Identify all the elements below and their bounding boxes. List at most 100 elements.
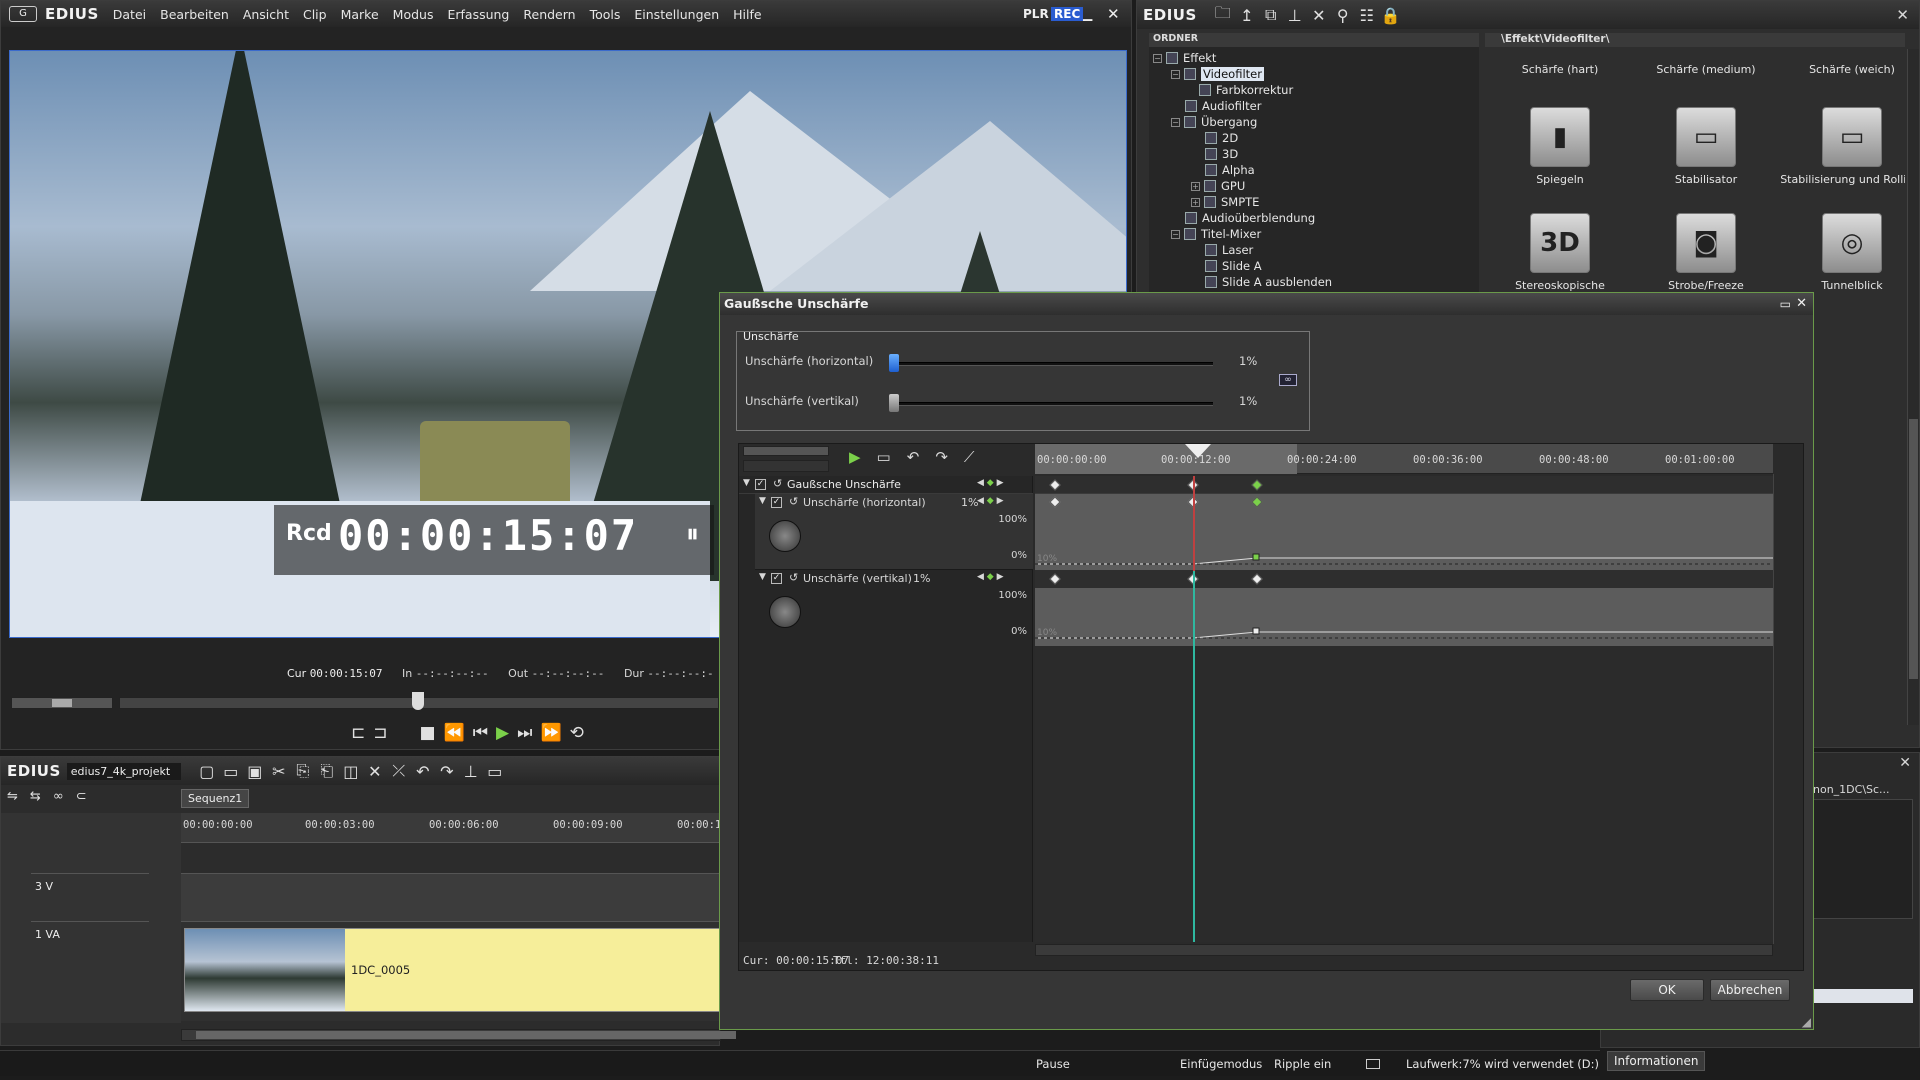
kf-hscroll[interactable] <box>1035 944 1773 956</box>
plr-label[interactable]: PLR <box>1023 7 1049 21</box>
rewind-icon[interactable]: ⏪ <box>444 723 465 743</box>
search-icon[interactable]: ⚲ <box>1331 6 1355 25</box>
kf-main-checkbox[interactable]: ✓ <box>755 479 766 490</box>
track-header-1va[interactable]: 1 VA <box>31 921 149 1021</box>
menu-ansicht[interactable]: Ansicht <box>243 7 289 22</box>
menu-bearbeiten[interactable]: Bearbeiten <box>160 7 229 22</box>
position-bar[interactable] <box>119 692 719 710</box>
up-folder-icon[interactable]: ↥ <box>1235 6 1259 25</box>
sync-icon[interactable]: ⇆ <box>30 789 41 804</box>
open-icon[interactable]: ▭ <box>219 762 243 781</box>
effect-schaerfe-weich[interactable]: Schärfe (weich) <box>1777 63 1905 76</box>
status-ripple[interactable]: Ripple ein <box>1274 1057 1331 1071</box>
slider-h-track[interactable] <box>891 362 1213 366</box>
kf-nav-icon[interactable]: ◀ ◆ ▶ <box>977 478 1004 488</box>
redo-icon[interactable]: ↷ <box>435 762 459 781</box>
tree-titel-mixer[interactable]: − Titel-Mixer <box>1171 227 1261 241</box>
tree-2d[interactable]: 2D <box>1205 131 1238 145</box>
shuttle-slider[interactable] <box>11 697 113 709</box>
kf-graph-icon[interactable]: ⟋ <box>964 448 975 466</box>
link-sliders-icon[interactable]: ∞ <box>1279 374 1297 386</box>
delete-effect-icon[interactable]: ✕ <box>1307 6 1331 25</box>
folder-icon[interactable]: 🗀 <box>1211 2 1235 29</box>
stop-icon[interactable]: ■ <box>420 723 436 743</box>
reset-icon[interactable]: ↺ <box>789 495 798 508</box>
dialog-close-icon[interactable]: ✕ <box>1796 293 1807 315</box>
view-icon[interactable]: ☷ <box>1355 6 1379 25</box>
effect-stabilisator[interactable]: ▭ Stabilisator <box>1631 107 1781 186</box>
link-icon[interactable]: ∞ <box>53 789 64 804</box>
reset-icon[interactable]: ↺ <box>773 477 782 490</box>
tree-slide-a-ausblenden[interactable]: Slide A ausblenden <box>1205 275 1332 289</box>
ripple-delete-icon[interactable]: ⤫ <box>387 761 411 781</box>
expand-icon[interactable]: ▼ <box>743 478 750 488</box>
kf-redo-icon[interactable]: ↷ <box>935 448 948 466</box>
effect-strobe-freeze[interactable]: ◙ Strobe/Freeze <box>1631 213 1781 292</box>
menu-clip[interactable]: Clip <box>303 7 327 22</box>
timeline-scrollbar[interactable] <box>181 1029 736 1041</box>
reset-icon[interactable]: ↺ <box>789 571 798 584</box>
tree-3d[interactable]: 3D <box>1205 147 1238 161</box>
resize-grip-icon[interactable]: ◢ <box>1802 1015 1811 1029</box>
undo-icon[interactable]: ↶ <box>411 762 435 781</box>
set-out-icon[interactable]: ⊐ <box>373 723 387 743</box>
effect-tunnelblick[interactable]: ◎ Tunnelblick <box>1777 213 1905 292</box>
kf-play-icon[interactable]: ▶ <box>849 448 861 466</box>
menu-einstellungen[interactable]: Einstellungen <box>634 7 719 22</box>
rec-label[interactable]: REC <box>1051 7 1084 21</box>
expand-icon[interactable]: ▼ <box>759 572 766 582</box>
slider-h-thumb[interactable] <box>889 354 900 372</box>
kf-track-v[interactable]: ▼ ✓ ↺ Unschärfe (vertikal) 1% ◀ ◆ ▶ 100%… <box>739 570 1033 646</box>
track-1va-lane[interactable]: 1DC_0005 <box>181 921 721 1021</box>
kf-undo-icon[interactable]: ↶ <box>907 448 920 466</box>
effect-schaerfe-hart[interactable]: Schärfe (hart) <box>1485 63 1635 76</box>
fast-forward-icon[interactable]: ⏩ <box>540 723 561 743</box>
minimize-icon[interactable]: ▁ <box>1083 7 1092 21</box>
info-close-icon[interactable]: ✕ <box>1899 755 1911 771</box>
kf-nav-icon[interactable]: ◀ ◆ ▶ <box>977 572 1004 582</box>
kf-v-knob-icon[interactable] <box>769 596 801 628</box>
ok-button[interactable]: OK <box>1630 979 1704 1001</box>
menu-modus[interactable]: Modus <box>393 7 434 22</box>
kf-ruler[interactable]: 00:00:00:00 00:00:12:00 00:00:24:00 00:0… <box>1035 444 1773 474</box>
loop-icon[interactable]: ⟲ <box>570 723 584 743</box>
tree-alpha[interactable]: Alpha <box>1205 163 1255 177</box>
cut-icon[interactable]: ✂ <box>267 762 291 781</box>
kf-nav-icon[interactable]: ◀ ◆ ▶ <box>977 496 1004 506</box>
duplicate-icon[interactable]: ⧉ <box>1259 5 1283 25</box>
effects-scrollbar[interactable] <box>1907 49 1919 725</box>
slider-v-track[interactable] <box>891 402 1213 406</box>
kf-graph-area[interactable]: 10% 10% <box>1035 476 1773 942</box>
tree-smpte[interactable]: + SMPTE <box>1191 195 1259 209</box>
expand-icon[interactable]: ▼ <box>759 496 766 506</box>
menu-marke[interactable]: Marke <box>341 7 379 22</box>
cancel-button[interactable]: Abbrechen <box>1710 979 1790 1001</box>
tree-slide-a[interactable]: Slide A <box>1205 259 1262 273</box>
paste-icon[interactable]: ⎗ <box>315 761 339 781</box>
playhead-marker[interactable] <box>412 692 424 710</box>
kf-h-checkbox[interactable]: ✓ <box>771 497 782 508</box>
track-header-3v[interactable]: 3 V <box>31 873 149 921</box>
step-back-icon[interactable]: ⏮ <box>473 723 488 743</box>
timeline-ruler[interactable]: 00:00:00:00 00:00:03:00 00:00:06:00 00:0… <box>181 813 728 843</box>
dialog-maximize-icon[interactable]: ▭ <box>1780 293 1791 315</box>
menu-tools[interactable]: Tools <box>590 7 621 22</box>
group-icon[interactable]: ⊂ <box>76 789 87 804</box>
effects-close-icon[interactable]: ✕ <box>1896 6 1909 24</box>
effect-schaerfe-medium[interactable]: Schärfe (medium) <box>1631 63 1781 76</box>
kf-track-h[interactable]: ▼ ✓ ↺ Unschärfe (horizontal) 1% ◀ ◆ ▶ 10… <box>755 494 1033 570</box>
effect-spiegeln[interactable]: ▮ Spiegeln <box>1485 107 1635 186</box>
new-sequence-icon[interactable]: ▢ <box>195 762 219 781</box>
tree-gpu[interactable]: + GPU <box>1191 179 1245 193</box>
menu-datei[interactable]: Datei <box>113 7 146 22</box>
kf-track-main[interactable]: ▼ ✓ ↺ Gaußsche Unschärfe ◀ ◆ ▶ <box>739 476 1033 494</box>
tree-videofilter[interactable]: − Videofilter <box>1171 67 1264 81</box>
step-forward-icon[interactable]: ⏭ <box>517 723 532 743</box>
sequence-tab[interactable]: Sequenz1 <box>181 789 250 808</box>
tree-audioueberblendung[interactable]: Audioüberblendung <box>1185 211 1315 225</box>
kf-zoom-slider[interactable] <box>743 446 829 456</box>
tree-effekt[interactable]: − Effekt <box>1153 51 1216 65</box>
timeline-scroll-thumb[interactable] <box>196 1031 736 1039</box>
lock-icon[interactable]: 🔒 <box>1379 6 1403 25</box>
tree-farbkorrektur[interactable]: Farbkorrektur <box>1199 83 1293 97</box>
